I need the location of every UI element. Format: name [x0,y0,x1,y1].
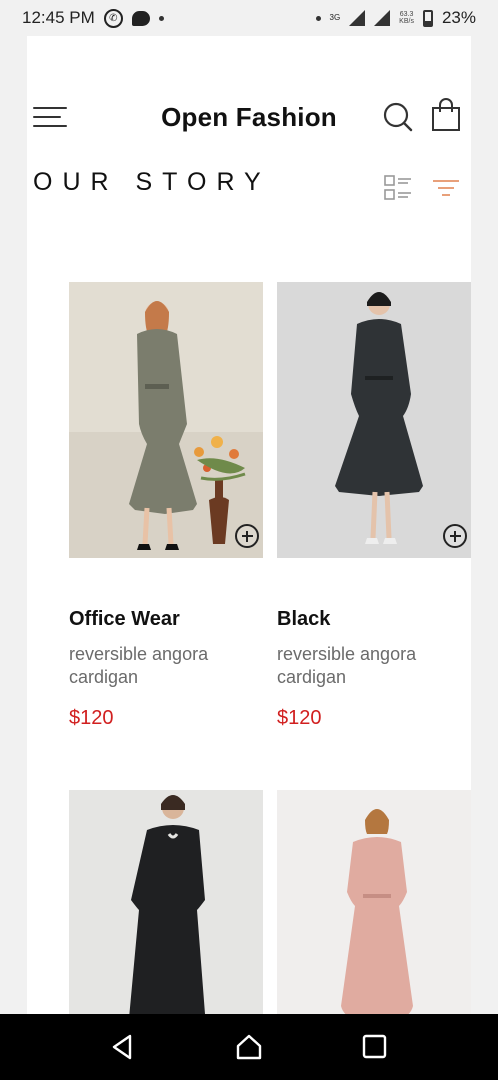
model-figure-image [277,790,471,1014]
home-icon [236,1034,262,1060]
model-figure-image [69,790,263,1014]
product-info: Office Wear reversible angora cardigan $… [69,558,263,790]
shopping-bag-icon [432,98,460,131]
add-to-cart-button[interactable] [235,524,259,548]
whatsapp-icon: ✆ [103,8,123,28]
product-price: $120 [277,707,322,729]
signal-icon [349,10,366,26]
product-card[interactable] [69,790,263,1014]
model-figure-image [69,282,263,558]
section-title: OUR STORY [33,168,271,196]
product-name: Black [277,608,331,630]
section-header: OUR STORY [27,166,471,202]
product-info: Black reversible angora cardigan $120 [277,558,471,790]
network-type: 3G [329,13,341,22]
product-description: reversible angora cardigan [277,644,417,687]
model-figure-image [277,282,471,558]
search-button[interactable] [382,101,414,133]
product-image[interactable] [69,282,263,558]
status-right: 3G 63.3 KB/s 23% [315,8,476,28]
battery-icon [422,9,433,27]
product-image[interactable] [69,790,263,1014]
product-price: $120 [69,707,114,729]
product-image[interactable] [277,282,471,558]
filter-icon [433,180,459,196]
home-button[interactable] [234,1032,264,1062]
notification-dot-icon [315,15,321,21]
list-view-button[interactable] [384,174,412,202]
app-screen: Open Fashion OUR STORY Office Wear rever… [27,36,471,1014]
search-icon [383,102,413,132]
back-button[interactable] [108,1032,138,1062]
status-time: 12:45 PM [22,8,95,27]
product-image[interactable] [277,790,471,1014]
signal-icon-2 [374,10,391,26]
product-grid: Office Wear reversible angora cardigan $… [69,282,471,1014]
status-left: 12:45 PM ✆ [22,8,164,28]
back-triangle-icon [112,1034,132,1060]
notification-dot-icon [158,15,164,21]
list-view-icon [384,175,411,200]
product-name: Office Wear [69,608,180,630]
status-bar: 12:45 PM ✆ 3G 63.3 KB/s 23% [0,0,498,36]
product-card[interactable]: Office Wear reversible angora cardigan $… [69,282,263,790]
speed-indicator: 63.3 KB/s [399,11,414,25]
speed-unit: KB/s [399,18,414,25]
add-to-cart-button[interactable] [443,524,467,548]
message-icon [131,10,150,26]
recents-button[interactable] [360,1032,390,1062]
product-card[interactable] [277,790,471,1014]
shopping-bag-button[interactable] [431,98,461,132]
speed-value: 63.3 [399,11,414,18]
product-description: reversible angora cardigan [69,644,209,687]
battery-percent: 23% [441,8,476,27]
app-header: Open Fashion [27,92,471,142]
product-card[interactable]: Black reversible angora cardigan $120 [277,282,471,790]
filter-button[interactable] [432,178,460,200]
system-nav-bar [0,1014,498,1080]
recents-square-icon [362,1034,387,1059]
